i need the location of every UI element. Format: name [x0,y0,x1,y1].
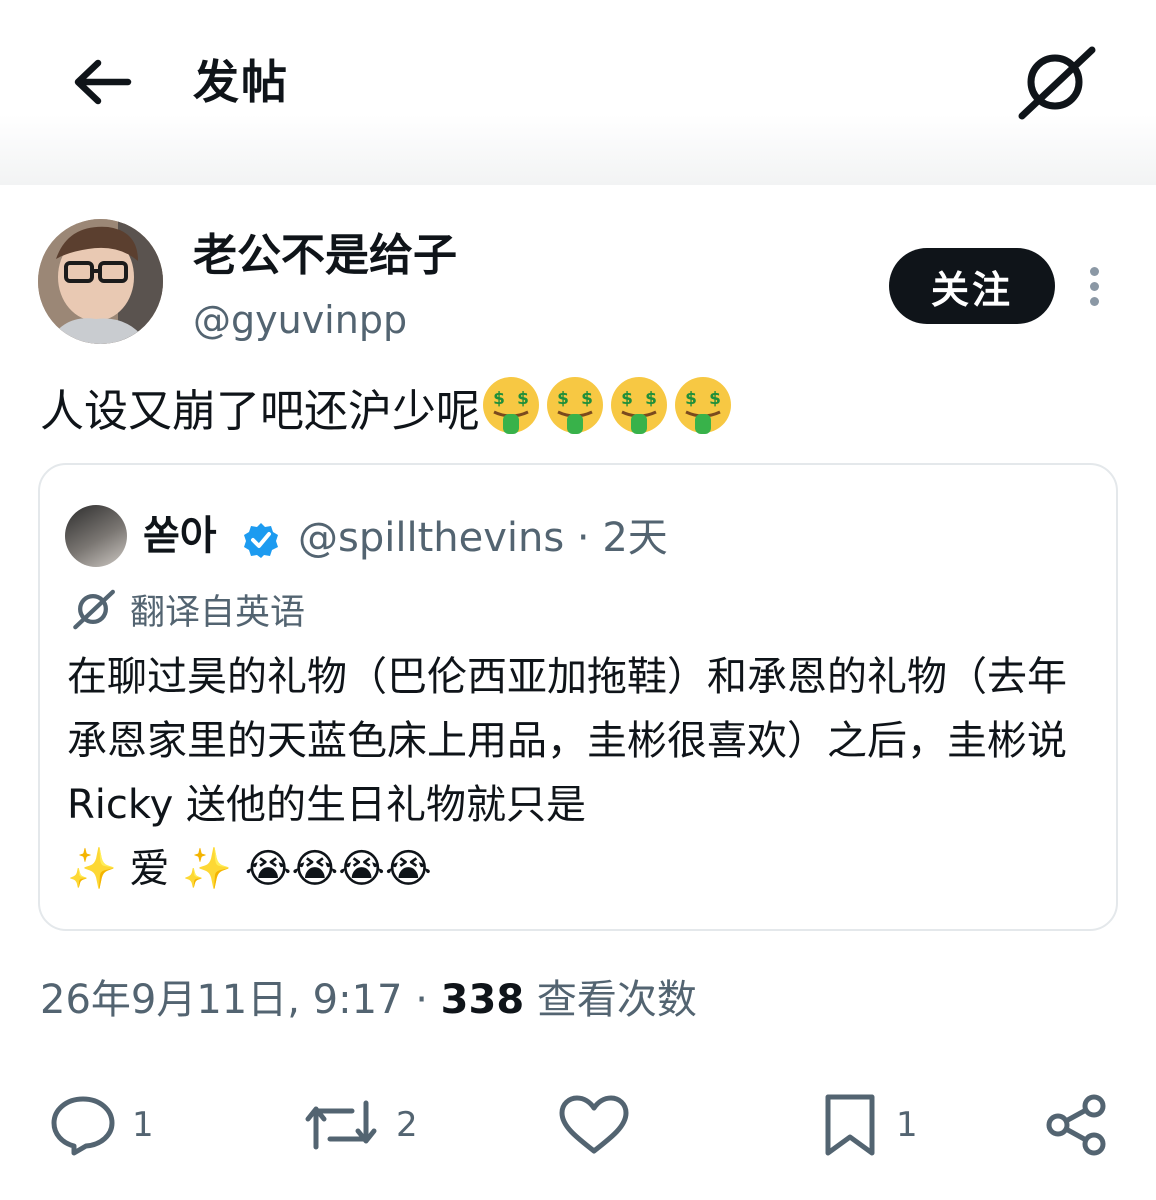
tweet-body: 人设又崩了吧还沪少呢 [40,386,480,437]
money-face-emoji-row: $ $ [480,374,736,456]
view-count-label: 查看次数 [536,977,697,1023]
more-dot-icon [1089,296,1099,306]
grok-button[interactable] [1010,42,1100,122]
heart-icon [559,1095,629,1154]
quoted-tweet-emoji-line: ✨ 爱 ✨ 😭😭😭😭 [67,846,432,892]
share-button[interactable] [1044,1085,1110,1165]
tweet-timestamp[interactable]: 26年9月11日, 9:17 [40,977,403,1023]
share-icon [1046,1094,1106,1156]
grok-icon [1018,46,1096,120]
translated-from-label: 翻译自英语 [70,583,305,635]
quoted-tweet-body: 在聊过昊的礼物（巴伦西亚加拖鞋）和承恩的礼物（去年承恩家里的天蓝色床上用品，圭彬… [67,654,1080,828]
quoted-tweet-card[interactable]: 쏟아 @spillthevins · 2天 翻译自英语 在聊过昊的礼物（巴伦西亚… [38,463,1118,931]
author-name[interactable]: 老公不是给子 [193,228,457,284]
top-bar: 发帖 [0,0,1156,185]
back-button[interactable] [66,50,136,114]
svg-text:$: $ [517,389,529,409]
tweet-meta: 26年9月11日, 9:17 · 338 查看次数 [40,970,697,1030]
follow-button[interactable]: 关注 [889,248,1055,324]
author-handle[interactable]: @gyuvinpp [193,296,407,344]
retweet-count: 2 [396,1105,418,1145]
meta-separator: · [415,977,428,1023]
more-options-button[interactable] [1078,258,1110,314]
retweet-button[interactable]: 2 [300,1085,418,1165]
grok-icon [73,589,115,630]
page-title: 发帖 [193,55,289,109]
arrow-left-icon [74,59,132,105]
quoted-tweet-text: 在聊过昊的礼物（巴伦西亚加拖鞋）和承恩的礼物（去年承恩家里的天蓝色床上用品，圭彬… [67,645,1097,901]
translate-text: 翻译自英语 [130,592,306,633]
reply-count: 1 [132,1105,154,1145]
reply-icon [51,1096,115,1156]
bookmark-button[interactable]: 1 [818,1085,918,1165]
action-bar: 1 2 1 [0,1085,1156,1165]
view-count: 338 [440,977,525,1023]
more-dot-icon [1089,281,1099,291]
bookmark-count: 1 [896,1105,918,1145]
reply-button[interactable]: 1 [48,1085,154,1165]
verified-badge-icon [244,523,278,558]
like-button[interactable] [556,1085,646,1165]
quoted-author-avatar [65,505,127,567]
bookmark-icon [825,1094,875,1156]
quoted-author-handle-time: @spillthevins · 2天 [298,515,668,561]
retweet-icon [305,1100,377,1150]
more-dot-icon [1089,266,1099,276]
svg-text:$: $ [493,389,505,409]
tweet-text: 人设又崩了吧还沪少呢🤑🤑🤑🤑 $ $ [40,374,736,460]
author-avatar[interactable] [38,219,163,344]
quoted-author-name: 쏟아 [143,513,217,559]
